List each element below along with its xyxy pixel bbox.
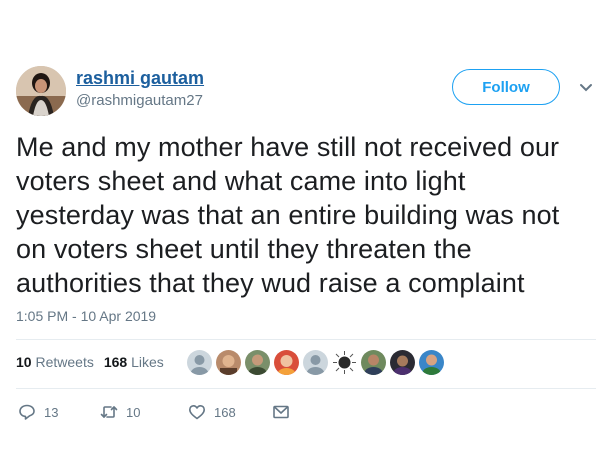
- tweet-line: Me and my mother have still not received…: [16, 132, 560, 162]
- direct-message-icon: [273, 405, 289, 419]
- reply-action[interactable]: 13: [18, 403, 100, 421]
- reply-icon: [19, 404, 35, 420]
- liker-avatar[interactable]: [303, 350, 328, 375]
- retweet-action[interactable]: 10: [100, 403, 188, 421]
- retweet-count: 10: [126, 404, 141, 420]
- liker-avatar[interactable]: [274, 350, 299, 375]
- engagement-stats: 10 Retweets 168 Likes: [16, 354, 164, 370]
- retweets-label: Retweets: [35, 354, 94, 370]
- tweet-actions: 13 10 168: [18, 403, 290, 421]
- liker-avatar[interactable]: [419, 350, 444, 375]
- tweet-timestamp[interactable]: 1:05 PM - 10 Apr 2019: [16, 308, 156, 324]
- liker-avatar[interactable]: [216, 350, 241, 375]
- reply-count: 13: [44, 404, 59, 420]
- liker-avatar[interactable]: [390, 350, 415, 375]
- tweet-line: voters sheet and what came into light: [16, 166, 466, 196]
- tweet-line: yesterday was that an entire building wa…: [16, 200, 560, 230]
- divider: [16, 388, 596, 389]
- liker-avatar[interactable]: [332, 350, 357, 375]
- liker-avatar[interactable]: [361, 350, 386, 375]
- likes-label: Likes: [131, 354, 164, 370]
- tweet-line: on voters sheet until they threaten the: [16, 234, 472, 264]
- likes-count: 168: [103, 354, 128, 370]
- author-handle: @rashmigautam27: [76, 92, 203, 109]
- like-count: 168: [214, 404, 236, 420]
- retweets-stat[interactable]: 10 Retweets: [16, 354, 94, 370]
- author-avatar[interactable]: [16, 66, 66, 116]
- retweet-icon: [100, 406, 118, 418]
- chevron-down-icon[interactable]: [578, 82, 594, 94]
- likes-stat[interactable]: 168 Likes: [104, 354, 164, 370]
- author-display-name[interactable]: rashmi gautam: [76, 68, 204, 89]
- tweet-text: Me and my mother have still not received…: [16, 130, 596, 300]
- divider: [16, 339, 596, 340]
- tweet-line: authorities that they wud raise a compla…: [16, 268, 525, 298]
- retweets-count: 10: [16, 354, 32, 370]
- heart-icon: [189, 405, 205, 420]
- liker-avatar[interactable]: [187, 350, 212, 375]
- follow-button[interactable]: Follow: [452, 69, 560, 105]
- liker-avatar[interactable]: [245, 350, 270, 375]
- like-action[interactable]: 168: [188, 403, 272, 421]
- direct-message-action[interactable]: [272, 403, 290, 421]
- liker-avatars: [187, 350, 444, 375]
